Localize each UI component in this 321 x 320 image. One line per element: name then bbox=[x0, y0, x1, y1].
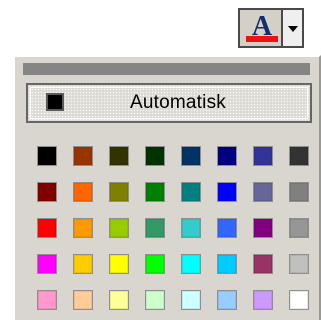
color-swatch[interactable] bbox=[109, 182, 129, 202]
color-swatch-grid bbox=[37, 146, 309, 312]
color-swatch[interactable] bbox=[109, 146, 129, 166]
color-swatch[interactable] bbox=[73, 182, 93, 202]
font-color-split-button[interactable]: A bbox=[238, 8, 304, 48]
palette-drag-handle[interactable] bbox=[23, 63, 310, 75]
color-swatch[interactable] bbox=[37, 146, 57, 166]
color-swatch[interactable] bbox=[145, 290, 165, 310]
color-swatch[interactable] bbox=[253, 290, 273, 310]
color-swatch[interactable] bbox=[37, 290, 57, 310]
color-swatch[interactable] bbox=[217, 182, 237, 202]
color-swatch[interactable] bbox=[217, 146, 237, 166]
color-swatch[interactable] bbox=[73, 290, 93, 310]
current-font-color-indicator bbox=[246, 36, 278, 42]
color-swatch[interactable] bbox=[289, 254, 309, 274]
color-swatch[interactable] bbox=[289, 146, 309, 166]
color-swatch[interactable] bbox=[109, 218, 129, 238]
color-swatch[interactable] bbox=[37, 254, 57, 274]
color-swatch[interactable] bbox=[181, 182, 201, 202]
color-swatch[interactable] bbox=[253, 146, 273, 166]
color-swatch[interactable] bbox=[109, 254, 129, 274]
color-swatch[interactable] bbox=[217, 290, 237, 310]
color-swatch[interactable] bbox=[289, 290, 309, 310]
color-swatch[interactable] bbox=[73, 146, 93, 166]
color-swatch[interactable] bbox=[181, 290, 201, 310]
font-color-dropdown-button[interactable] bbox=[282, 8, 304, 48]
color-swatch[interactable] bbox=[109, 290, 129, 310]
color-swatch[interactable] bbox=[73, 218, 93, 238]
color-swatch[interactable] bbox=[181, 218, 201, 238]
color-swatch[interactable] bbox=[145, 254, 165, 274]
font-color-palette: Automatisk bbox=[13, 55, 321, 320]
color-swatch[interactable] bbox=[73, 254, 93, 274]
color-swatch[interactable] bbox=[253, 254, 273, 274]
color-swatch[interactable] bbox=[181, 146, 201, 166]
color-swatch[interactable] bbox=[289, 218, 309, 238]
color-swatch[interactable] bbox=[253, 182, 273, 202]
automatic-color-swatch bbox=[46, 93, 64, 111]
color-swatch[interactable] bbox=[217, 218, 237, 238]
color-swatch[interactable] bbox=[145, 218, 165, 238]
automatic-color-label: Automatisk bbox=[130, 92, 226, 113]
font-color-button[interactable]: A bbox=[238, 8, 282, 48]
color-swatch[interactable] bbox=[145, 146, 165, 166]
color-swatch[interactable] bbox=[253, 218, 273, 238]
dropdown-arrow-icon bbox=[288, 26, 298, 32]
automatic-color-button[interactable]: Automatisk bbox=[26, 83, 312, 123]
color-swatch[interactable] bbox=[145, 182, 165, 202]
color-swatch[interactable] bbox=[37, 218, 57, 238]
color-swatch[interactable] bbox=[289, 182, 309, 202]
color-swatch[interactable] bbox=[37, 182, 57, 202]
color-swatch[interactable] bbox=[181, 254, 201, 274]
color-swatch[interactable] bbox=[217, 254, 237, 274]
